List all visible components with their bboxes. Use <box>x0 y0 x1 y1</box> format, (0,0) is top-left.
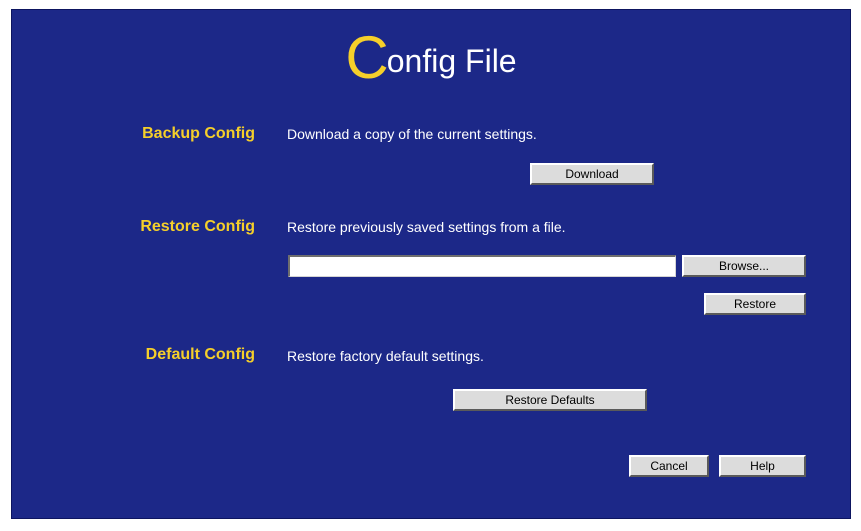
restore-defaults-button[interactable]: Restore Defaults <box>453 389 647 411</box>
download-button[interactable]: Download <box>530 163 654 185</box>
page-title: Config File <box>12 28 850 88</box>
config-file-panel: Config File Backup Config Download a cop… <box>11 9 851 519</box>
backup-config-label: Backup Config <box>142 125 255 142</box>
restore-config-description: Restore previously saved settings from a… <box>287 219 566 235</box>
backup-config-description: Download a copy of the current settings. <box>287 126 537 142</box>
restore-config-label: Restore Config <box>140 218 255 235</box>
restore-button[interactable]: Restore <box>704 293 806 315</box>
restore-file-input[interactable] <box>288 255 676 277</box>
browse-button[interactable]: Browse... <box>682 255 806 277</box>
help-button[interactable]: Help <box>719 455 806 477</box>
page-title-initial: C <box>345 24 389 91</box>
default-config-label: Default Config <box>145 346 255 363</box>
page-title-text: onfig File <box>386 43 517 79</box>
default-config-description: Restore factory default settings. <box>287 348 484 364</box>
cancel-button[interactable]: Cancel <box>629 455 709 477</box>
